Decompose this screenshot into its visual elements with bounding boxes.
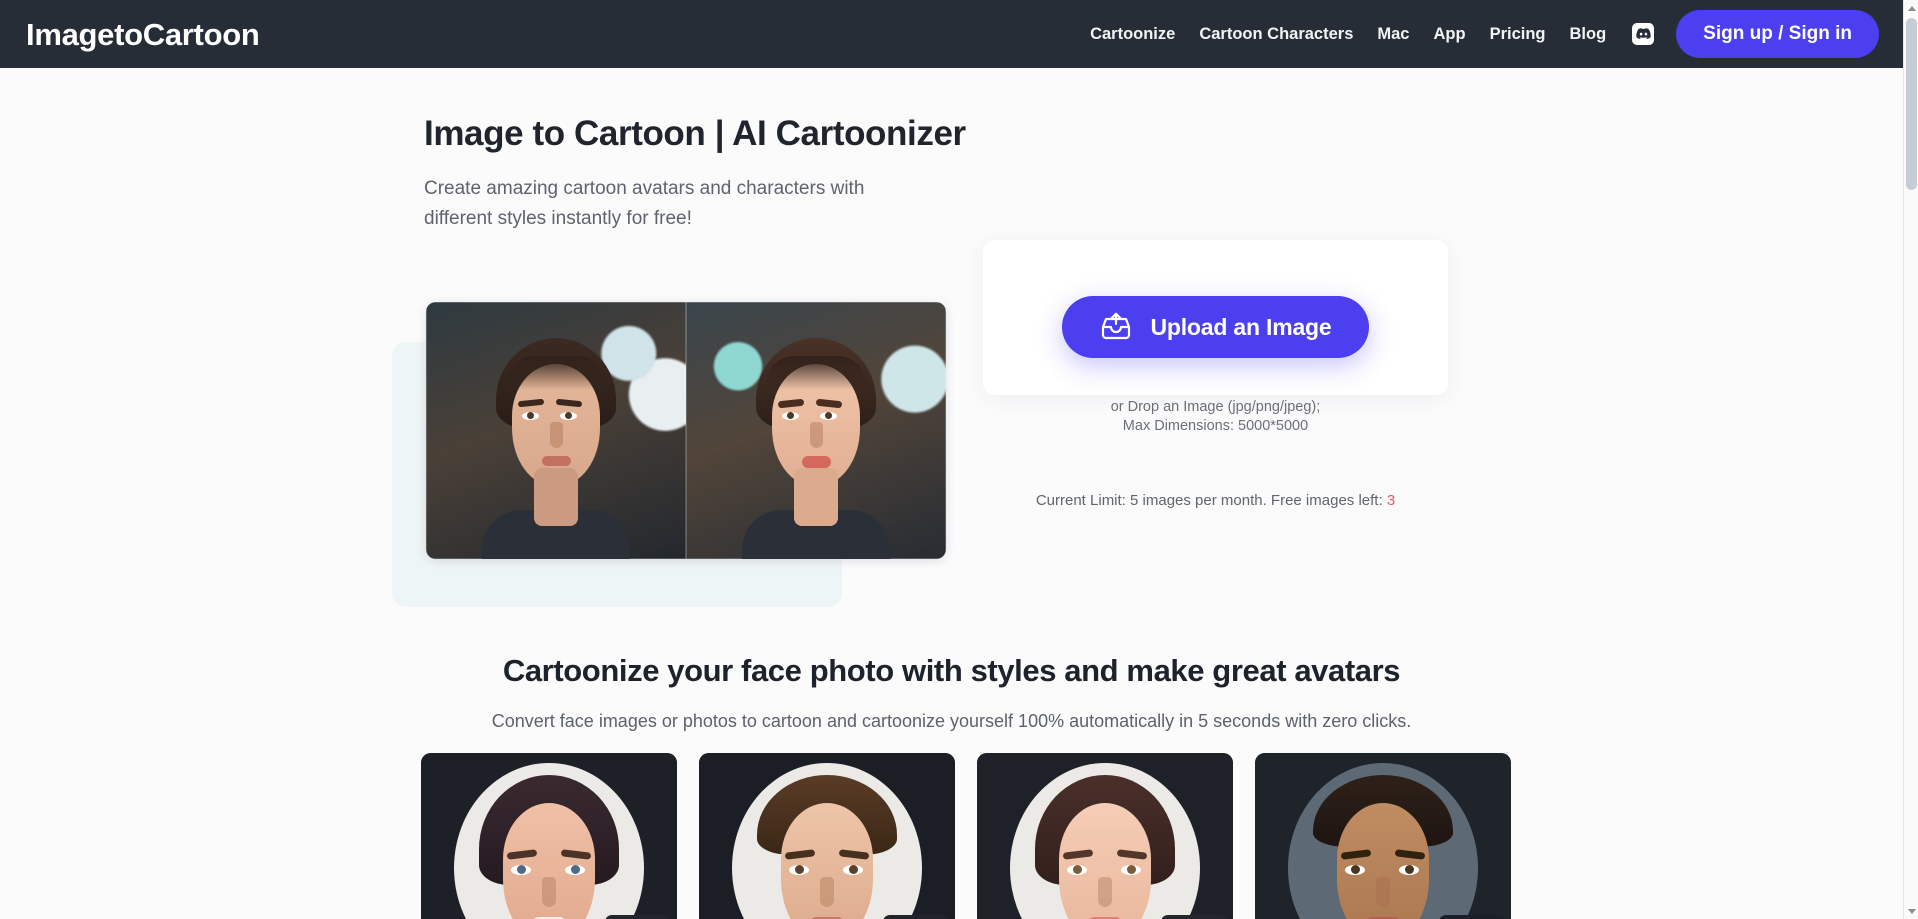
before-after-comparison [392,302,946,607]
nav-item-cartoon-characters[interactable]: Cartoon Characters [1187,26,1365,43]
upload-button-label: Upload an Image [1150,313,1332,340]
site-header: ImagetoCartoon Cartoonize Cartoon Charac… [0,0,1903,68]
avatar-source-thumbnail [605,915,671,919]
site-logo[interactable]: ImagetoCartoon [26,19,260,50]
nav-item-cartoonize[interactable]: Cartoonize [1078,26,1187,43]
browser-viewport: ImagetoCartoon Cartoonize Cartoon Charac… [0,0,1903,919]
comparison-frame [426,302,946,559]
nav-item-pricing[interactable]: Pricing [1478,26,1558,43]
page-title: Image to Cartoon | AI Cartoonizer [424,114,966,153]
avatar-examples-row [421,753,1511,919]
cartoonized-photo [686,302,946,559]
main-navigation: Cartoonize Cartoon Characters Mac App Pr… [1078,10,1879,58]
nav-item-app[interactable]: App [1421,26,1477,43]
avatar-example-card[interactable] [977,753,1233,919]
nav-item-mac[interactable]: Mac [1365,26,1421,43]
upload-hint-line1: or Drop an Image (jpg/png/jpeg); [1110,399,1321,415]
scrollbar-thumb[interactable] [1906,18,1917,190]
nav-item-blog[interactable]: Blog [1558,26,1619,43]
hero-subtitle: Create amazing cartoon avatars and chara… [424,177,865,229]
page-body: Image to Cartoon | AI Cartoonizer Create… [0,68,1903,919]
free-images-left-count: 3 [1386,492,1396,509]
upload-tray-icon [1099,311,1133,344]
upload-hint: or Drop an Image (jpg/png/jpeg); Max Dim… [983,398,1448,435]
upload-image-button[interactable]: Upload an Image [1062,296,1369,358]
page-scrollbar[interactable] [1903,0,1918,919]
avatar-source-thumbnail [883,915,949,919]
discord-icon[interactable] [1632,23,1655,45]
avatar-source-thumbnail [1439,915,1505,919]
hero-text-block: Image to Cartoon | AI Cartoonizer Create… [424,112,984,234]
signup-signin-button[interactable]: Sign up / Sign in [1676,10,1879,58]
scrollbar-down-arrow[interactable] [1904,903,1918,919]
avatar-source-thumbnail [1161,915,1227,919]
original-photo [426,302,686,559]
styles-section-subtitle: Convert face images or photos to cartoon… [491,711,1412,731]
upload-hint-line2: Max Dimensions: 5000*5000 [1122,417,1309,434]
usage-limit-text: Current Limit: 5 images per month. Free … [983,492,1448,509]
avatar-example-card[interactable] [421,753,677,919]
chevron-down-icon [1907,908,1916,914]
avatar-example-card[interactable] [699,753,955,919]
chevron-up-icon [1907,5,1916,11]
avatar-example-card[interactable] [1255,753,1511,919]
scrollbar-up-arrow[interactable] [1904,0,1918,16]
styles-section: Cartoonize your face photo with styles a… [0,653,1903,919]
hero-section: Image to Cartoon | AI Cartoonizer Create… [0,68,1903,624]
usage-limit-label: Current Limit: 5 images per month. Free … [1035,492,1383,509]
styles-section-title: Cartoonize your face photo with styles a… [502,653,1401,688]
